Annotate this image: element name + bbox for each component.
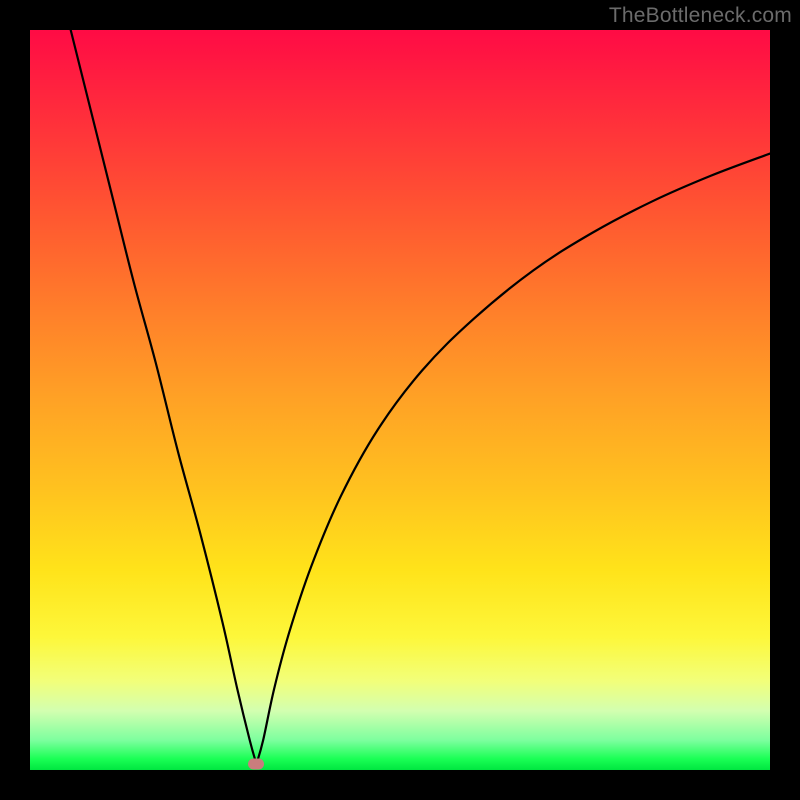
chart-frame: TheBottleneck.com [0, 0, 800, 800]
optimal-marker [248, 759, 264, 770]
curve-left-segment [71, 30, 257, 764]
attribution-text: TheBottleneck.com [609, 4, 792, 28]
curve-right-segment [256, 154, 770, 765]
plot-area [30, 30, 770, 770]
bottleneck-curve [30, 30, 770, 770]
